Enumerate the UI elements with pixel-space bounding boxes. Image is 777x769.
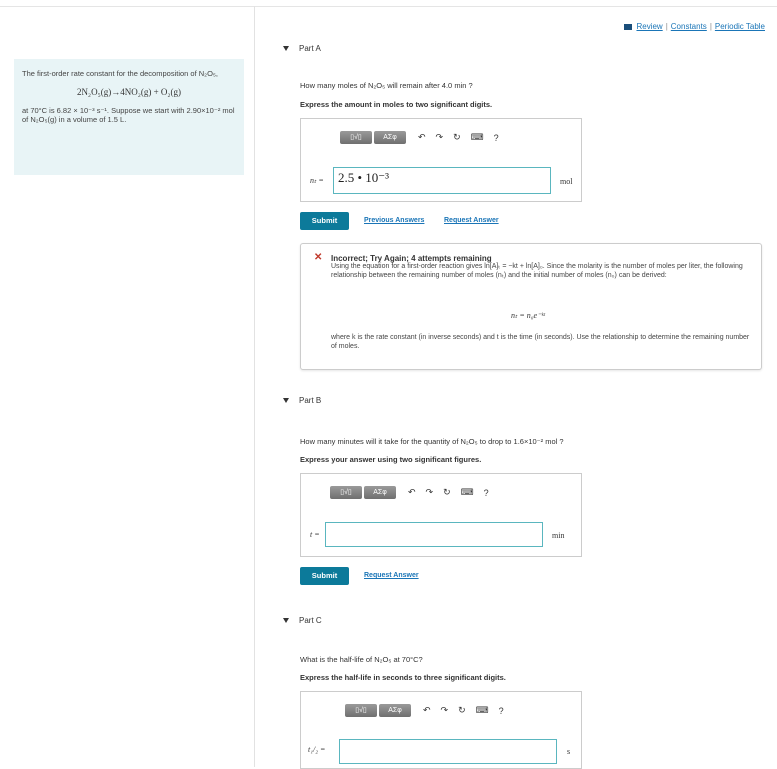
feedback-text: Using the equation for a first-order rea… [331, 263, 743, 279]
incorrect-x-icon: ✕ [314, 252, 323, 263]
part-b-submit-button[interactable]: Submit [300, 567, 349, 585]
previous-answers-link[interactable]: Previous Answers [364, 217, 424, 224]
part-c-answer-input[interactable] [339, 739, 557, 764]
keyboard-icon[interactable]: ⌨ [461, 487, 474, 498]
part-c-toolbar: ▯√▯ AΣφ ↶ ↷ ↻ ⌨ ? [345, 704, 504, 717]
reset-icon[interactable]: ↻ [443, 487, 451, 498]
part-a-toolbar: ▯√▯ AΣφ ↶ ↷ ↻ ⌨ ? [340, 131, 499, 144]
part-b-request-answer-link[interactable]: Request Answer [364, 572, 419, 579]
part-b-toolbar: ▯√▯ AΣφ ↶ ↷ ↻ ⌨ ? [330, 486, 489, 499]
part-a-answer-label: nₜ = [310, 176, 324, 185]
part-c-answer-label: t₁/₂ = [308, 745, 326, 754]
part-b-answer-input[interactable] [325, 522, 543, 547]
feedback-text-2: where k is the rate constant (in inverse… [331, 334, 750, 350]
part-a-header[interactable]: Part A [283, 44, 321, 53]
help-icon[interactable]: ? [494, 133, 499, 143]
help-icon[interactable]: ? [499, 706, 504, 716]
part-b-instruction: Express your answer using two significan… [300, 455, 482, 464]
keyboard-icon[interactable]: ⌨ [471, 132, 484, 143]
reaction-equation: 2N₂O₅(g)→4NO₂(g) + O₂(g) [76, 87, 182, 97]
part-b-header[interactable]: Part B [283, 396, 321, 405]
part-a-unit: mol [560, 177, 573, 186]
part-c-question: What is the half-life of N₂O₅ at 70°C? [300, 655, 423, 664]
collapse-triangle-icon [283, 398, 289, 404]
part-c-instruction: Express the half-life in seconds to thre… [300, 673, 506, 682]
reset-icon[interactable]: ↻ [458, 705, 466, 716]
feedback-title: Incorrect; Try Again; 4 attempts remaini… [331, 254, 492, 263]
problem-intro: The first-order rate constant for the de… [22, 69, 219, 78]
part-b-unit: min [552, 531, 565, 540]
help-icon[interactable]: ? [484, 488, 489, 498]
templates-button[interactable]: ▯√▯ [330, 486, 362, 499]
undo-icon[interactable]: ↶ [408, 487, 416, 498]
part-c-title: Part C [299, 616, 322, 625]
templates-button[interactable]: ▯√▯ [340, 131, 372, 144]
redo-icon[interactable]: ↷ [441, 705, 449, 716]
part-a-submit-button[interactable]: Submit [300, 212, 349, 230]
problem-text: at 70°C is 6.82 × 10⁻³ s⁻¹. Suppose we s… [22, 106, 235, 124]
undo-icon[interactable]: ↶ [423, 705, 431, 716]
feedback-equation: nₜ = n₀e⁻ᵏᵗ [511, 311, 545, 320]
constants-link[interactable]: Constants [671, 22, 707, 31]
problem-panel: The first-order rate constant for the de… [14, 59, 244, 175]
part-a-request-answer-link[interactable]: Request Answer [444, 217, 499, 224]
column-divider [254, 6, 255, 767]
collapse-triangle-icon [283, 618, 289, 624]
symbols-button[interactable]: AΣφ [364, 486, 396, 499]
collapse-triangle-icon [283, 46, 289, 52]
symbols-button[interactable]: AΣφ [374, 131, 406, 144]
part-b-question: How many minutes will it take for the qu… [300, 437, 564, 446]
review-link[interactable]: Review [636, 22, 662, 31]
redo-icon[interactable]: ↷ [426, 487, 434, 498]
part-a-answer-input[interactable]: 2.5 • 10⁻³ [333, 167, 551, 194]
part-c-header[interactable]: Part C [283, 616, 322, 625]
keyboard-icon[interactable]: ⌨ [476, 705, 489, 716]
templates-button[interactable]: ▯√▯ [345, 704, 377, 717]
top-bar [0, 0, 777, 7]
part-a-question: How many moles of N₂O₅ will remain after… [300, 81, 473, 90]
part-a-instruction: Express the amount in moles to two signi… [300, 100, 493, 109]
periodic-table-link[interactable]: Periodic Table [715, 22, 765, 31]
part-a-title: Part A [299, 44, 321, 53]
redo-icon[interactable]: ↷ [436, 132, 444, 143]
part-b-answer-label: t = [310, 530, 320, 539]
symbols-button[interactable]: AΣφ [379, 704, 411, 717]
feedback-box: ✕ Incorrect; Try Again; 4 attempts remai… [300, 243, 762, 370]
reset-icon[interactable]: ↻ [453, 132, 461, 143]
part-b-title: Part B [299, 396, 322, 405]
top-links: Review | Constants | Periodic Table [624, 22, 765, 31]
part-c-unit: s [567, 747, 571, 756]
undo-icon[interactable]: ↶ [418, 132, 426, 143]
menu-icon [624, 23, 633, 30]
